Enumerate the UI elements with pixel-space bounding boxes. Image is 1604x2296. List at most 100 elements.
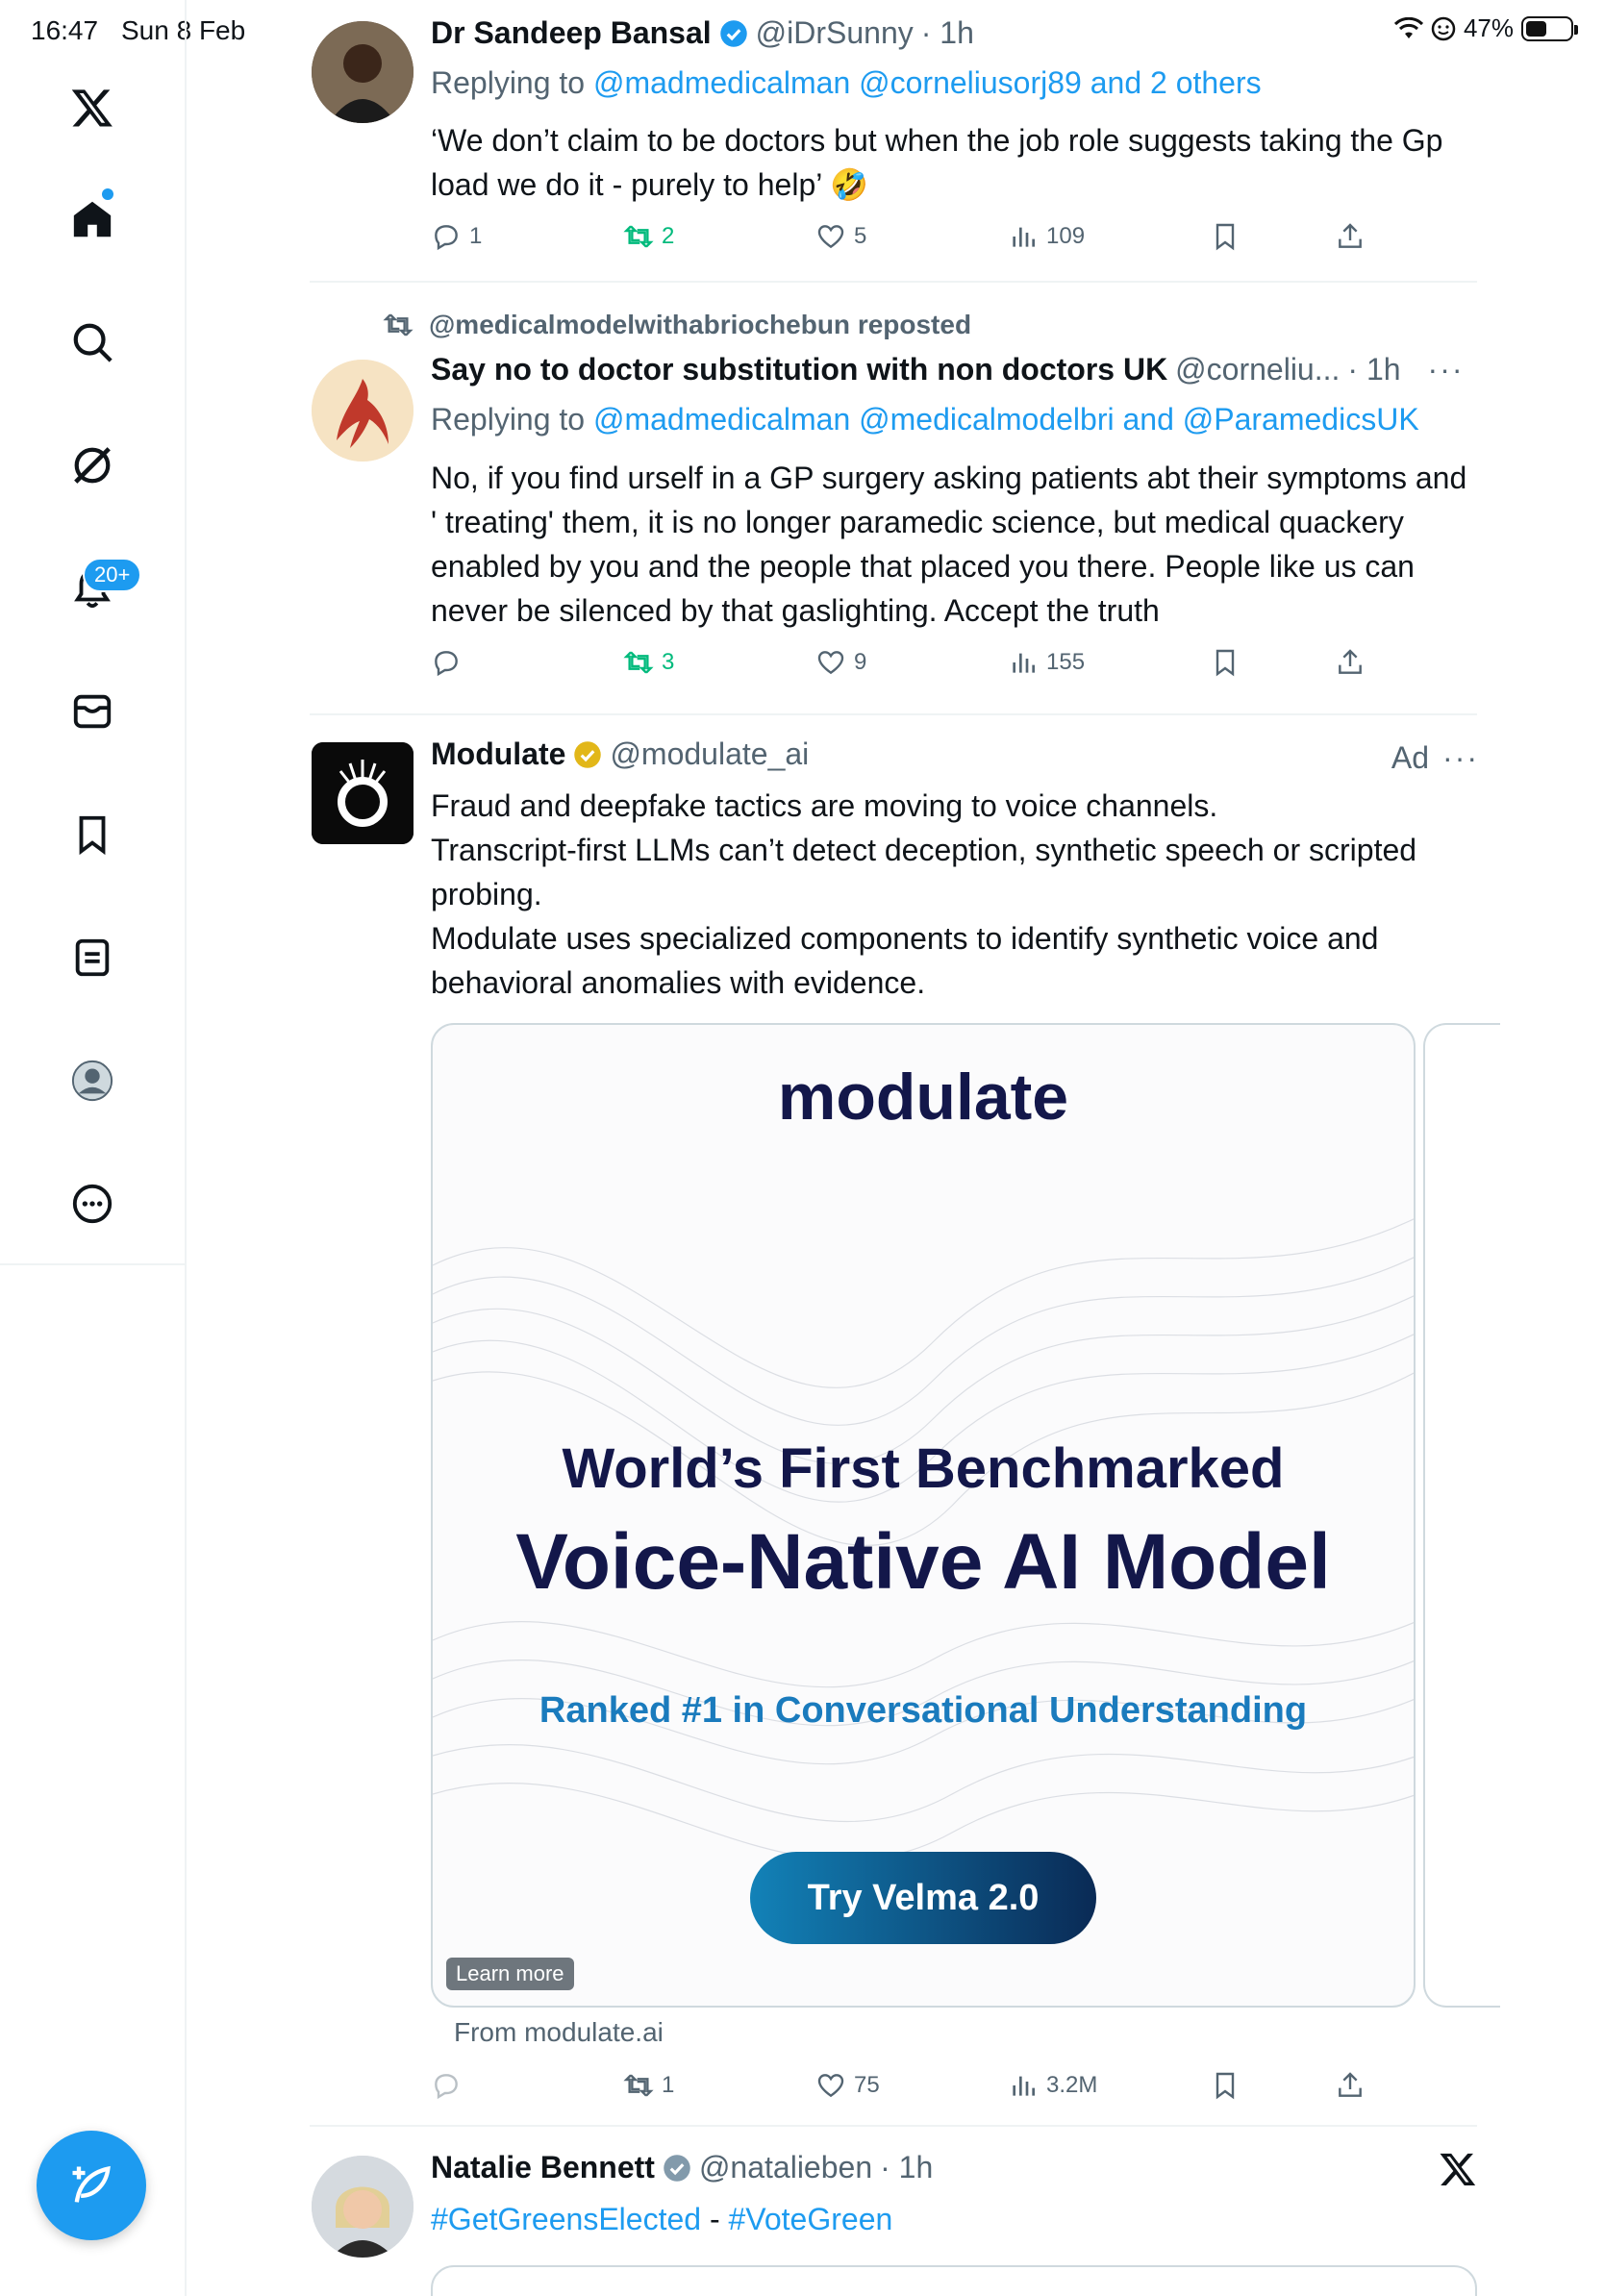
ad-text-line: Modulate uses specialized components to … — [431, 921, 1379, 1000]
quoted-tweet-card[interactable] — [431, 2265, 1477, 2296]
search-icon[interactable] — [48, 298, 137, 387]
ad-brand-logo: modulate — [777, 1061, 1069, 1134]
replying-mentions[interactable]: @madmedicalman @corneliusorj89 and 2 oth… — [593, 65, 1262, 100]
repost-button[interactable]: 1 — [623, 2070, 674, 2101]
like-count: 5 — [854, 223, 867, 249]
views-count: 109 — [1046, 223, 1086, 249]
verified-badge-icon — [664, 2154, 690, 2182]
repost-icon — [383, 313, 414, 337]
notifications-badge: 20+ — [83, 558, 142, 592]
reply-button[interactable] — [431, 647, 469, 678]
tweet-time[interactable]: · 1h — [1347, 352, 1400, 387]
author-name[interactable]: Say no to doctor substitution with non d… — [431, 352, 1167, 387]
share-button[interactable] — [1335, 647, 1366, 678]
ad-media-card[interactable]: modulate World’s First Benchmarked Voice… — [431, 1023, 1416, 2008]
reply-icon — [435, 225, 458, 251]
more-options-icon[interactable] — [48, 1160, 137, 1248]
avatar[interactable] — [312, 21, 414, 123]
avatar[interactable] — [312, 360, 414, 462]
ad-text-line: Fraud and deepfake tactics are moving to… — [431, 788, 1218, 823]
bookmark-button[interactable] — [1210, 647, 1241, 678]
lists-icon[interactable] — [48, 913, 137, 1002]
bookmark-button[interactable] — [1210, 2070, 1241, 2101]
author-handle[interactable]: @iDrSunny — [756, 15, 914, 51]
like-button[interactable]: 5 — [815, 221, 866, 252]
repost-count: 3 — [662, 649, 675, 675]
sidebar: 20+ — [0, 0, 187, 2296]
views-bar-chart-icon — [1013, 653, 1035, 673]
more-options-button[interactable]: ··· — [1442, 740, 1479, 776]
share-icon — [1339, 2072, 1362, 2097]
hashtag[interactable]: #VoteGreen — [728, 2202, 892, 2236]
tweet-divider — [310, 713, 1477, 715]
hashtag[interactable]: #GetGreensElected — [431, 2202, 701, 2236]
views-button[interactable]: 155 — [1008, 647, 1085, 678]
bookmark-icon — [1216, 2072, 1235, 2100]
compose-feather-icon — [72, 2165, 111, 2203]
tweet-time[interactable]: · 1h — [880, 2150, 933, 2185]
verified-badge-icon — [719, 19, 747, 47]
author-name[interactable]: Dr Sandeep Bansal — [431, 15, 712, 51]
repost-icon — [623, 2074, 654, 2097]
views-button[interactable]: 3.2M — [1008, 2070, 1097, 2101]
tweet-divider — [310, 281, 1477, 283]
battery-percent: 47% — [1463, 13, 1514, 42]
ad-cta-button[interactable]: Try Velma 2.0 — [750, 1852, 1096, 1944]
author-name[interactable]: Modulate — [431, 736, 565, 772]
reply-button[interactable] — [431, 2070, 469, 2101]
author-handle[interactable]: @modulate_ai — [610, 736, 809, 772]
tweet-actions: 3 9 155 — [431, 647, 1479, 689]
share-button[interactable] — [1335, 221, 1366, 252]
profile-avatar-icon[interactable] — [48, 1036, 137, 1125]
learn-more-button[interactable]: Learn more — [446, 1958, 574, 1990]
tweet-actions: 1 2 5 109 — [431, 221, 1479, 263]
author-handle[interactable]: @natalieben — [699, 2150, 872, 2185]
share-button[interactable] — [1335, 2070, 1366, 2101]
home-icon[interactable] — [48, 175, 137, 263]
tweet-header: Say no to doctor substitution with non d… — [431, 352, 1465, 387]
grok-icon[interactable] — [48, 421, 137, 510]
heart-icon — [817, 2074, 844, 2098]
messages-icon[interactable] — [48, 667, 137, 756]
tweet-text: #GetGreensElected - #VoteGreen — [431, 2197, 1479, 2241]
ad-headline-2: Voice-Native AI Model — [515, 1518, 1331, 1606]
repost-button[interactable]: 2 — [623, 221, 674, 252]
reposted-by[interactable]: @medicalmodelwithabriochebun reposted — [429, 310, 971, 340]
compose-button[interactable] — [37, 2131, 146, 2240]
avatar[interactable] — [312, 2156, 414, 2258]
bookmark-icon — [1216, 223, 1235, 251]
focus-icon — [1431, 16, 1456, 40]
gold-verified-badge-icon — [574, 740, 602, 768]
x-logo-icon[interactable] — [48, 63, 137, 152]
reply-button[interactable]: 1 — [431, 221, 482, 252]
ad-source[interactable]: From modulate.ai — [454, 2017, 664, 2048]
reply-icon — [435, 2074, 458, 2100]
replying-to: Replying to @madmedicalman @medicalmodel… — [431, 402, 1419, 437]
bookmark-button[interactable] — [1210, 221, 1241, 252]
modulate-logo-avatar[interactable] — [312, 742, 414, 844]
repost-button[interactable]: 3 — [623, 647, 674, 678]
tweet-header: Dr Sandeep Bansal @iDrSunny · 1h — [431, 15, 974, 51]
like-button[interactable]: 75 — [815, 2070, 880, 2101]
views-bar-chart-icon — [1013, 227, 1035, 247]
more-options-button[interactable]: ··· — [1428, 352, 1465, 387]
author-handle[interactable]: @corneliu... — [1175, 352, 1340, 387]
tweet-actions: 1 75 3.2M — [431, 2070, 1479, 2112]
hashtag-separator: - — [701, 2202, 729, 2236]
share-icon — [1339, 223, 1362, 248]
tweet-time[interactable]: · 1h — [921, 15, 974, 51]
tweet-text: Fraud and deepfake tactics are moving to… — [431, 784, 1479, 1005]
ad-label: Ad ··· — [1391, 740, 1479, 776]
battery-level — [1526, 20, 1546, 37]
bookmarks-icon[interactable] — [48, 790, 137, 879]
ad-next-card[interactable] — [1423, 1023, 1500, 2008]
views-button[interactable]: 109 — [1008, 221, 1085, 252]
x-logo-icon — [1439, 2150, 1477, 2188]
ad-headline: World’s First Benchmarked — [562, 1437, 1285, 1500]
tweet-header: Natalie Bennett @natalieben · 1h — [431, 2150, 933, 2185]
author-name[interactable]: Natalie Bennett — [431, 2150, 655, 2185]
share-icon — [1339, 649, 1362, 674]
replying-mentions[interactable]: @madmedicalman @medicalmodelbri and @Par… — [593, 402, 1419, 437]
repost-icon — [623, 225, 654, 248]
like-button[interactable]: 9 — [815, 647, 866, 678]
